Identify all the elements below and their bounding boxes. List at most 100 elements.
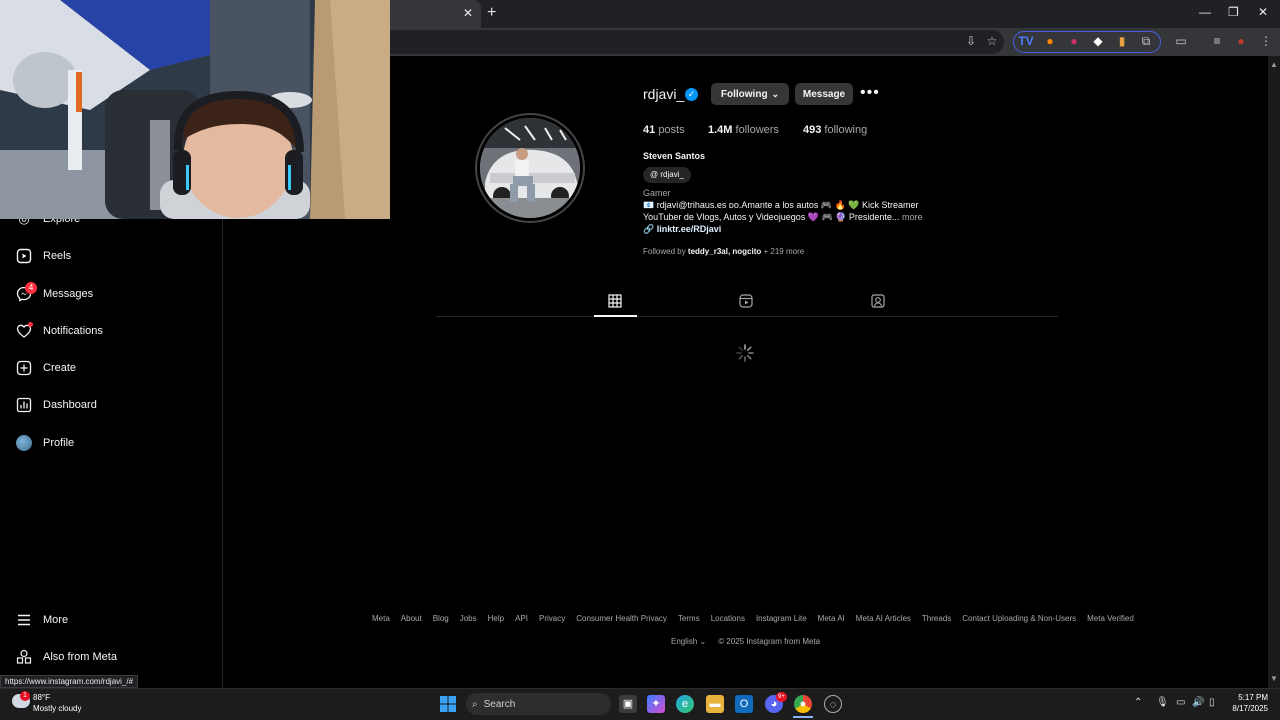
volume-icon[interactable]: 🔊: [1192, 697, 1204, 708]
loading-spinner-icon: [736, 344, 754, 362]
clock-time[interactable]: 5:17 PM: [1236, 693, 1268, 702]
footer-link[interactable]: Meta Verified: [1087, 614, 1134, 623]
message-button-label: Message: [802, 88, 846, 100]
minimize-icon[interactable]: —: [1199, 5, 1211, 19]
sidebar-item-dashboard[interactable]: Dashboard: [16, 393, 97, 417]
tab-tagged-icon[interactable]: [870, 293, 886, 309]
tab-posts-grid-icon[interactable]: [607, 293, 623, 309]
file-explorer-icon[interactable]: ▬: [706, 695, 724, 713]
options-more-icon[interactable]: •••: [860, 84, 880, 102]
posts-count-label: posts: [658, 124, 685, 136]
edge-icon[interactable]: e: [676, 695, 694, 713]
network-icon[interactable]: ▭: [1176, 697, 1185, 708]
posts-count-value: 41: [643, 124, 656, 136]
language-selector[interactable]: English ⌄: [671, 637, 706, 646]
followers-count[interactable]: 1.4M followers: [708, 124, 779, 136]
profile-avatar[interactable]: [480, 118, 580, 218]
followers-count-label: followers: [735, 124, 779, 136]
heart-icon: [16, 322, 33, 339]
followed-by[interactable]: Followed by teddy_r3al, nogcito + 219 mo…: [643, 247, 804, 256]
page-scrollbar[interactable]: ▲ ▼: [1268, 56, 1280, 688]
tray-overflow-icon[interactable]: ⌃: [1134, 697, 1142, 708]
extension-orange-icon[interactable]: ●: [1042, 33, 1058, 49]
sidebar-item-notifications[interactable]: Notifications: [16, 319, 103, 343]
extension-tv-icon[interactable]: TV: [1018, 33, 1034, 49]
link-icon: 🔗: [643, 224, 655, 234]
following-count-value: 493: [803, 124, 822, 136]
extension-diamond-icon[interactable]: ◆: [1090, 33, 1106, 49]
reading-list-icon[interactable]: ≡: [1209, 33, 1225, 49]
message-button[interactable]: Message: [795, 83, 853, 105]
sidebar-item-also-from-meta[interactable]: Also from Meta: [16, 645, 117, 669]
footer-link[interactable]: Help: [488, 614, 504, 623]
status-bar-url: https://www.instagram.com/rdjavi_/#: [0, 675, 139, 688]
chrome-icon[interactable]: ●: [794, 695, 812, 713]
footer-link[interactable]: Privacy: [539, 614, 565, 623]
following-button[interactable]: Following ⌄: [711, 83, 789, 105]
sidebar-item-label: More: [43, 614, 69, 626]
language-label: English: [671, 637, 698, 646]
copilot-icon[interactable]: ✦: [647, 695, 665, 713]
footer-links: Meta About Blog Jobs Help API Privacy Co…: [372, 614, 1134, 623]
following-count-label: following: [824, 124, 868, 136]
extension-honey-icon[interactable]: ▮: [1114, 33, 1130, 49]
bar-chart-icon: [16, 397, 32, 413]
footer-link[interactable]: Meta AI: [818, 614, 845, 623]
footer-link[interactable]: Instagram Lite: [756, 614, 807, 623]
footer-link[interactable]: Locations: [711, 614, 745, 623]
weather-temperature[interactable]: 88°F: [33, 693, 50, 702]
copyright: © 2025 Instagram from Meta: [718, 637, 821, 646]
footer-link[interactable]: About: [401, 614, 422, 623]
battery-icon[interactable]: ▯: [1209, 697, 1215, 708]
posts-count: 41 posts: [643, 124, 685, 136]
followed-by-prefix: Followed by: [643, 247, 686, 256]
sidebar-item-reels[interactable]: Reels: [16, 244, 71, 268]
taskbar-search[interactable]: ⌕ Search: [466, 693, 611, 715]
new-tab-icon[interactable]: +: [487, 4, 496, 22]
extension-pink-icon[interactable]: ●: [1066, 33, 1082, 49]
bio-more-link[interactable]: more: [902, 212, 923, 222]
close-tab-icon[interactable]: ✕: [463, 6, 473, 20]
messenger-icon: 4: [16, 282, 37, 302]
bio-line-2-text: YouTuber de Vlogs, Autos y Videojuegos 💜…: [643, 212, 900, 222]
footer-link[interactable]: Terms: [678, 614, 700, 623]
sidebar-item-create[interactable]: Create: [16, 356, 76, 380]
microphone-icon[interactable]: 🎙: [1156, 697, 1169, 708]
footer-link[interactable]: Blog: [433, 614, 449, 623]
following-count[interactable]: 493 following: [803, 124, 867, 136]
threads-badge[interactable]: @ rdjavi_: [643, 167, 691, 183]
footer-link[interactable]: Meta: [372, 614, 390, 623]
restore-icon[interactable]: ❐: [1228, 5, 1239, 19]
clock-date[interactable]: 8/17/2025: [1228, 704, 1268, 713]
footer-link[interactable]: Meta AI Articles: [856, 614, 911, 623]
window-close-icon[interactable]: ✕: [1258, 5, 1268, 19]
tab-reels-icon[interactable]: [738, 293, 754, 309]
sidebar-item-messages[interactable]: 4 Messages: [16, 282, 93, 306]
avatar: [16, 435, 32, 451]
bio-link[interactable]: 🔗 linktr.ee/RDjavi: [643, 224, 721, 235]
extensions-puzzle-icon[interactable]: ⧉: [1138, 33, 1154, 49]
bio-line-1: 📧 rdjavi@trihaus.es ᴅᴏ.Amante a los auto…: [643, 200, 919, 210]
app-circle-icon[interactable]: ◌: [824, 695, 842, 713]
following-button-label: Following: [720, 88, 768, 100]
messages-badge: 4: [25, 282, 37, 294]
task-view-icon[interactable]: ▣: [619, 695, 637, 713]
footer-link[interactable]: Threads: [922, 614, 951, 623]
footer-link[interactable]: Jobs: [460, 614, 477, 623]
discord-badge: 9+: [776, 692, 787, 702]
bookmark-star-icon[interactable]: ☆: [984, 33, 1000, 49]
windows-start-icon[interactable]: [439, 696, 457, 714]
footer-link[interactable]: API: [515, 614, 528, 623]
footer-link[interactable]: Contact Uploading & Non-Users: [962, 614, 1076, 623]
sidebar-item-more[interactable]: More: [16, 608, 68, 632]
address-bar[interactable]: [390, 30, 1004, 54]
profile-avatar-icon[interactable]: ●: [1233, 33, 1249, 49]
sidebar-item-profile[interactable]: Profile: [16, 431, 74, 455]
install-app-icon[interactable]: ⇩: [963, 33, 979, 49]
weather-description[interactable]: Mostly cloudy: [33, 704, 81, 713]
outlook-icon[interactable]: O: [735, 695, 753, 713]
tab-search-icon[interactable]: ▭: [1173, 33, 1189, 49]
sidebar-item-label: Messages: [43, 288, 94, 300]
browser-menu-icon[interactable]: ⋮: [1258, 33, 1274, 49]
footer-link[interactable]: Consumer Health Privacy: [576, 614, 667, 623]
